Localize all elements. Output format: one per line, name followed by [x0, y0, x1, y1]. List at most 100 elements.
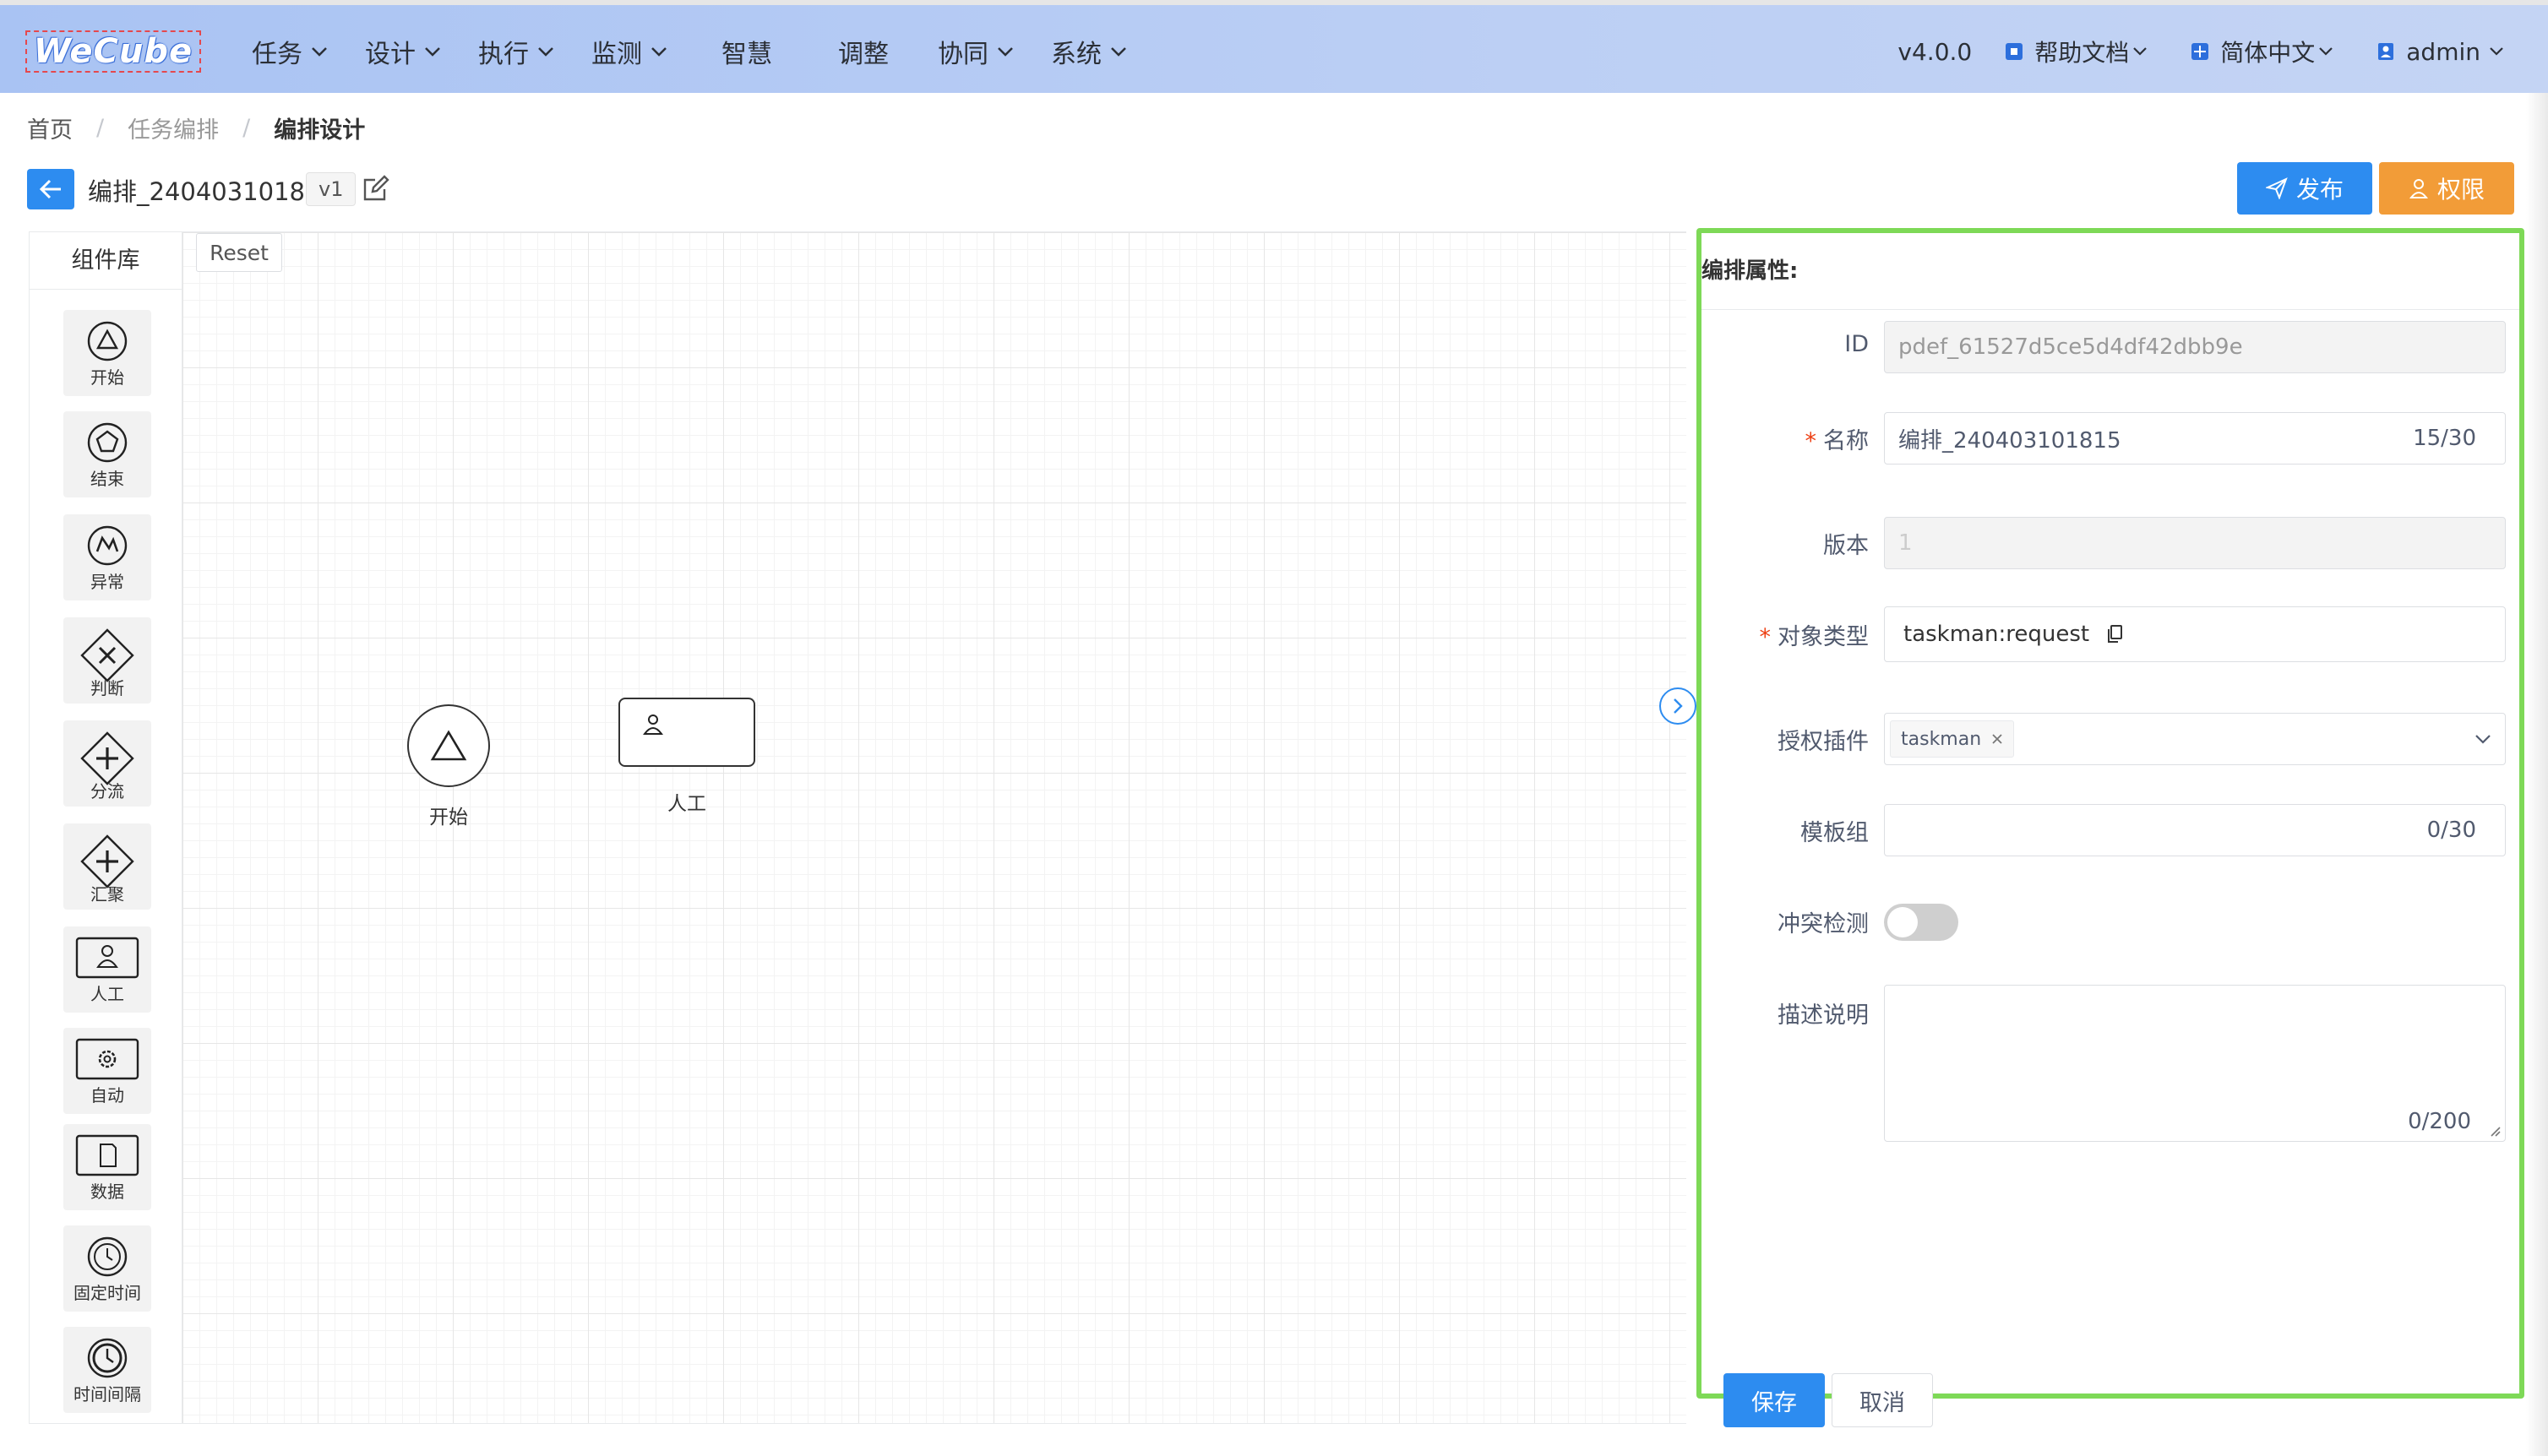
- start-triangle-icon: [430, 730, 467, 761]
- start-triangle-icon: [86, 320, 128, 362]
- palette-item-interval[interactable]: 时间间隔: [63, 1327, 151, 1413]
- chevron-down-icon: [537, 46, 554, 57]
- palette-item-fixed-time[interactable]: 固定时间: [63, 1225, 151, 1312]
- language-icon: [2190, 41, 2210, 62]
- conflict-check-toggle[interactable]: [1884, 904, 1958, 941]
- back-button[interactable]: [27, 169, 74, 209]
- nav-label: 设计: [365, 40, 416, 69]
- help-docs-label: 帮助文档: [2034, 39, 2130, 67]
- nav-item-design[interactable]: 设计: [365, 5, 441, 98]
- start-node[interactable]: [407, 704, 490, 787]
- save-button[interactable]: 保存: [1723, 1373, 1825, 1427]
- permission-button[interactable]: 权限: [2379, 162, 2514, 215]
- permission-label: 权限: [2436, 176, 2485, 204]
- palette-item-label: 开始: [90, 367, 124, 388]
- chevron-down-icon: [2318, 46, 2333, 57]
- edit-icon[interactable]: [362, 174, 390, 203]
- human-task-icon: [640, 711, 666, 736]
- resize-grip-icon[interactable]: [2488, 1124, 2502, 1138]
- human-task-node[interactable]: [618, 698, 755, 767]
- nav-item-collab[interactable]: 协同: [938, 5, 1014, 98]
- nav-item-monitor[interactable]: 监测: [591, 5, 667, 98]
- auth-plugin-tag: taskman: [1890, 720, 2015, 758]
- object-type-field[interactable]: taskman:request: [1884, 606, 2506, 662]
- palette-item-label: 固定时间: [74, 1283, 141, 1303]
- palette-item-label: 自动: [90, 1085, 124, 1106]
- close-icon[interactable]: [1991, 733, 2003, 745]
- palette-item-fork[interactable]: 分流: [63, 720, 151, 807]
- chevron-right-icon: [1674, 698, 1683, 714]
- breadcrumb-task-orchestration[interactable]: 任务编排: [128, 111, 219, 144]
- palette-item-merge[interactable]: 汇聚: [63, 823, 151, 910]
- palette-item-decision[interactable]: 判断: [63, 617, 151, 704]
- nav-item-system[interactable]: 系统: [1051, 5, 1127, 98]
- id-value: pdef_61527d5ce5d4df42dbb9e: [1898, 334, 2243, 360]
- id-label: ID: [1844, 331, 1869, 357]
- description-char-count: 0/200: [2408, 1109, 2471, 1134]
- palette-item-label: 人工: [90, 984, 124, 1004]
- wecube-logo[interactable]: WeCube: [25, 30, 201, 73]
- version-field: 1: [1884, 517, 2506, 569]
- nav-label: 智慧: [721, 40, 772, 69]
- nav-label: 任务: [252, 40, 302, 69]
- help-doc-icon: [2004, 41, 2024, 62]
- description-textarea[interactable]: 0/200: [1884, 985, 2506, 1142]
- palette-item-data[interactable]: 数据: [63, 1124, 151, 1210]
- version-label: 版本: [1823, 533, 1869, 559]
- palette-item-error[interactable]: 异常: [63, 514, 151, 600]
- nav-item-execute[interactable]: 执行: [478, 5, 554, 98]
- breadcrumb-separator: /: [96, 115, 105, 141]
- publish-label: 发布: [2295, 176, 2344, 204]
- palette-item-end[interactable]: 结束: [63, 411, 151, 497]
- template-group-label: 模板组: [1800, 820, 1869, 846]
- required-mark: *: [1759, 624, 1772, 650]
- auth-plugin-label: 授权插件: [1778, 729, 1869, 755]
- fixed-time-clock-icon: [86, 1236, 128, 1278]
- auth-plugin-select[interactable]: taskman: [1884, 713, 2506, 765]
- help-docs-link[interactable]: 帮助文档: [2004, 35, 2158, 68]
- publish-button[interactable]: 发布: [2237, 162, 2372, 215]
- nav-item-task[interactable]: 任务: [252, 5, 328, 98]
- palette-title: 组件库: [30, 232, 182, 290]
- palette-item-label: 结束: [90, 469, 124, 489]
- copy-icon[interactable]: [2106, 624, 2123, 644]
- chevron-down-icon: [997, 46, 1014, 57]
- palette-item-start[interactable]: 开始: [63, 310, 151, 396]
- breadcrumb-separator: /: [242, 115, 251, 141]
- data-doc-icon: [75, 1134, 139, 1176]
- properties-heading: 编排属性:: [1701, 258, 1799, 284]
- nav-item-wisdom[interactable]: 智慧: [721, 5, 772, 98]
- breadcrumb-home[interactable]: 首页: [27, 111, 73, 144]
- page-title: 编排_240403101815: [88, 177, 336, 206]
- breadcrumb-current: 编排设计: [274, 117, 366, 144]
- nav-label: 协同: [938, 40, 988, 69]
- name-field[interactable]: 编排_240403101815 15/30: [1884, 412, 2506, 465]
- nav-item-adjust[interactable]: 调整: [838, 5, 889, 98]
- user-menu[interactable]: admin: [2376, 38, 2514, 66]
- user-icon: [2376, 41, 2396, 62]
- breadcrumb: 首页 / 任务编排 / 编排设计: [27, 111, 365, 144]
- reset-button[interactable]: Reset: [196, 233, 282, 272]
- palette-item-human[interactable]: 人工: [63, 926, 151, 1013]
- collapse-panel-toggle[interactable]: [1659, 687, 1696, 725]
- required-mark: *: [1805, 428, 1817, 454]
- component-palette: 组件库 开始 结束 异常 判断 分流 汇聚 人工 自动 数据 固定时间 时间间隔: [29, 231, 182, 1424]
- language-switch[interactable]: 简体中文: [2190, 35, 2344, 68]
- chevron-down-icon: [2474, 734, 2491, 744]
- human-task-node-label: 人工: [667, 793, 706, 815]
- nav-label: 系统: [1051, 40, 1102, 69]
- cancel-button[interactable]: 取消: [1832, 1373, 1933, 1427]
- description-label: 描述说明: [1778, 1002, 1869, 1029]
- palette-item-label: 分流: [90, 781, 124, 801]
- palette-item-label: 异常: [90, 572, 124, 592]
- start-node-label: 开始: [429, 807, 468, 829]
- palette-item-auto[interactable]: 自动: [63, 1028, 151, 1114]
- nav-label: 执行: [478, 40, 529, 69]
- template-group-char-count: 0/30: [2426, 818, 2476, 843]
- template-group-field[interactable]: 0/30: [1884, 804, 2506, 856]
- chevron-down-icon: [1110, 46, 1127, 57]
- palette-item-label: 判断: [90, 678, 124, 698]
- send-icon: [2265, 177, 2288, 199]
- name-label: * 名称: [1805, 428, 1870, 454]
- name-char-count: 15/30: [2413, 426, 2476, 451]
